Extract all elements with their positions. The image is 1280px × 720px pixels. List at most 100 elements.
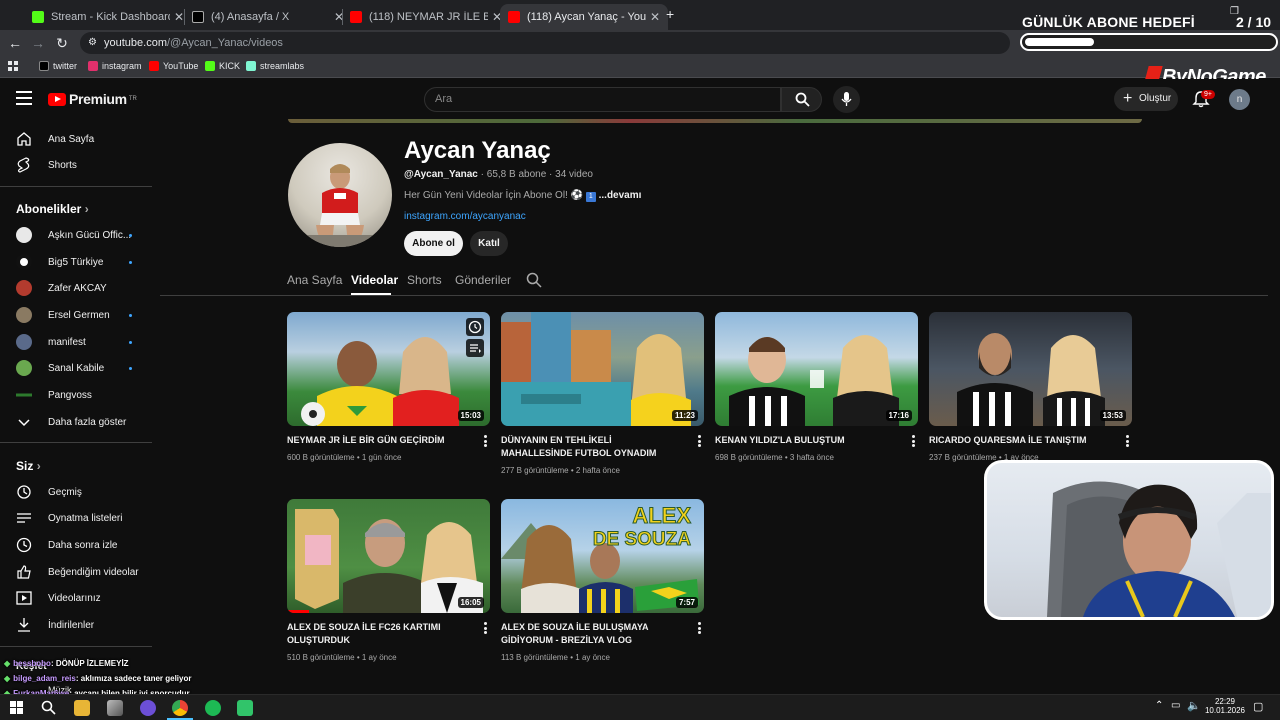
sidebar-subscription[interactable]: Ersel Germen bbox=[0, 302, 152, 328]
x-logo-icon bbox=[39, 61, 49, 71]
network-icon[interactable]: ▭ bbox=[1171, 700, 1180, 711]
browser-tab[interactable]: Stream - Kick Dashboard ✕ bbox=[24, 4, 192, 30]
channel-search-icon[interactable] bbox=[526, 272, 542, 288]
tab-shorts[interactable]: Shorts bbox=[407, 273, 442, 287]
subscribe-button[interactable]: Abone ol bbox=[404, 231, 463, 256]
taskbar-clock[interactable]: 22:29 10.01.2026 bbox=[1204, 697, 1246, 715]
streamlabs-logo-icon bbox=[246, 61, 256, 71]
hamburger-menu-icon[interactable] bbox=[16, 91, 32, 105]
video-title[interactable]: RICARDO QUARESMA İLE TANIŞTIM bbox=[929, 434, 1113, 447]
bookmark-streamlabs[interactable]: streamlabs bbox=[246, 61, 304, 71]
browser-tab[interactable]: (118) NEYMAR JR İLE BİR GÜ ✕ bbox=[342, 4, 510, 30]
playlists-icon bbox=[17, 513, 31, 523]
description-more-link[interactable]: ...devamı bbox=[599, 190, 642, 201]
video-card[interactable]: ALEX DE SOUZA 7:57 ALEX DE SOUZA İLE BUL… bbox=[501, 499, 704, 662]
sidebar-item-liked[interactable]: Beğendiğim videolar bbox=[0, 559, 152, 585]
app-icon[interactable] bbox=[140, 700, 156, 716]
sidebar-item-downloads[interactable]: İndirilenler bbox=[0, 612, 152, 638]
tray-chevron-icon[interactable]: ⌃ bbox=[1155, 700, 1163, 711]
join-button[interactable]: Katıl bbox=[470, 231, 508, 256]
channel-avatar bbox=[16, 387, 32, 403]
bookmark-instagram[interactable]: instagram bbox=[88, 61, 142, 71]
back-icon[interactable]: ← bbox=[5, 33, 25, 53]
create-button[interactable]: + Oluştur bbox=[1114, 87, 1178, 111]
clock-time: 22:29 bbox=[1214, 697, 1236, 706]
video-title[interactable]: DÜNYANIN EN TEHLİKELİ MAHALLESİNDE FUTBO… bbox=[501, 434, 685, 460]
chrome-icon[interactable] bbox=[172, 700, 188, 716]
forward-icon[interactable]: → bbox=[28, 33, 48, 53]
apps-grid-icon[interactable] bbox=[8, 61, 19, 72]
windows-start-icon[interactable] bbox=[10, 701, 23, 714]
search-input[interactable]: Ara bbox=[424, 87, 781, 112]
video-title[interactable]: NEYMAR JR İLE BİR GÜN GEÇİRDİM bbox=[287, 434, 471, 447]
watch-later-overlay-icon[interactable] bbox=[466, 318, 484, 336]
sidebar-subscription[interactable]: Big5 Türkiye bbox=[0, 249, 152, 275]
video-more-options-icon[interactable] bbox=[484, 435, 488, 447]
video-card[interactable]: 15:03 NEYMAR JR İLE BİR GÜN GEÇİRDİM 600… bbox=[287, 312, 490, 462]
video-more-options-icon[interactable] bbox=[912, 435, 916, 447]
bookmark-kick[interactable]: KICK bbox=[205, 61, 240, 71]
video-thumbnail[interactable]: 11:23 bbox=[501, 312, 704, 426]
streamlabs-icon[interactable] bbox=[237, 700, 253, 716]
video-card[interactable]: 11:23 DÜNYANIN EN TEHLİKELİ MAHALLESİNDE… bbox=[501, 312, 704, 475]
app-icon[interactable] bbox=[107, 700, 123, 716]
voice-search-button[interactable] bbox=[833, 86, 860, 113]
bookmark-twitter[interactable]: twitter bbox=[39, 61, 77, 71]
video-title[interactable]: KENAN YILDIZ'LA BULUŞTUM bbox=[715, 434, 899, 447]
video-more-options-icon[interactable] bbox=[698, 435, 702, 447]
sidebar-item-watch-later[interactable]: Daha sonra izle bbox=[0, 532, 152, 558]
video-thumbnail[interactable]: 15:03 bbox=[287, 312, 490, 426]
site-info-icon[interactable]: ⚙ bbox=[88, 32, 97, 54]
browser-tab[interactable]: (4) Anasayfa / X ✕ bbox=[184, 4, 352, 30]
youtube-favicon-icon bbox=[508, 11, 520, 23]
sidebar-subscription[interactable]: Aşkın Gücü Offic... bbox=[0, 222, 152, 248]
video-card[interactable]: 16:05 ALEX DE SOUZA İLE FC26 KARTIMI OLU… bbox=[287, 499, 490, 662]
sidebar-item-home[interactable]: Ana Sayfa bbox=[0, 126, 152, 152]
file-explorer-icon[interactable] bbox=[74, 700, 90, 716]
video-thumbnail[interactable]: 13:53 bbox=[929, 312, 1132, 426]
subscriptions-header[interactable]: Abonelikler › bbox=[16, 202, 89, 216]
sidebar-show-more[interactable]: Daha fazla göster bbox=[0, 409, 152, 435]
account-avatar[interactable]: n bbox=[1229, 89, 1250, 110]
browser-tab-active[interactable]: (118) Aycan Yanaç - YouTube ✕ bbox=[500, 4, 668, 30]
video-card[interactable]: 13:53 RICARDO QUARESMA İLE TANIŞTIM 237 … bbox=[929, 312, 1132, 462]
new-content-dot bbox=[129, 366, 132, 370]
search-button[interactable] bbox=[781, 87, 822, 112]
tab-home[interactable]: Ana Sayfa bbox=[287, 273, 342, 287]
youtube-premium-logo[interactable]: Premium TR bbox=[48, 91, 137, 107]
new-tab-icon[interactable]: + bbox=[666, 6, 674, 22]
video-views: 510 B görüntüleme bbox=[287, 653, 355, 662]
video-title[interactable]: ALEX DE SOUZA İLE FC26 KARTIMI OLUŞTURDU… bbox=[287, 621, 471, 647]
address-bar[interactable]: ⚙ youtube.com/@Aycan_Yanac/videos bbox=[80, 32, 1010, 54]
notification-center-icon[interactable]: ▢ bbox=[1253, 700, 1263, 713]
spotify-icon[interactable] bbox=[205, 700, 221, 716]
video-card[interactable]: 17:16 KENAN YILDIZ'LA BULUŞTUM 698 B gör… bbox=[715, 312, 918, 462]
video-more-options-icon[interactable] bbox=[484, 622, 488, 634]
bookmark-youtube[interactable]: YouTube bbox=[149, 61, 198, 71]
taskbar-search-icon[interactable] bbox=[41, 700, 56, 715]
video-thumbnail[interactable]: 17:16 bbox=[715, 312, 918, 426]
you-header[interactable]: Siz › bbox=[16, 459, 41, 473]
video-more-options-icon[interactable] bbox=[698, 622, 702, 634]
channel-description[interactable]: Her Gün Yeni Videolar İçin Abone Ol! ⚽ 1… bbox=[404, 190, 641, 202]
video-thumbnail[interactable]: 16:05 bbox=[287, 499, 490, 613]
reload-icon[interactable]: ↻ bbox=[52, 33, 72, 53]
sidebar-subscription[interactable]: Sanal Kabile bbox=[0, 355, 152, 381]
sidebar-subscription[interactable]: Zafer AKCAY bbox=[0, 275, 152, 301]
add-to-queue-overlay-icon[interactable] bbox=[466, 339, 484, 357]
sidebar-subscription[interactable]: Pangvoss bbox=[0, 382, 152, 408]
sidebar-subscription[interactable]: manifest bbox=[0, 329, 152, 355]
volume-icon[interactable]: 🔈 bbox=[1187, 699, 1201, 712]
channel-external-link[interactable]: instagram.com/aycanyanac bbox=[404, 211, 526, 222]
sidebar-item-shorts[interactable]: Shorts bbox=[0, 152, 152, 178]
sidebar-item-history[interactable]: Geçmiş bbox=[0, 479, 152, 505]
tab-close-icon[interactable]: ✕ bbox=[650, 10, 660, 24]
video-thumbnail[interactable]: ALEX DE SOUZA 7:57 bbox=[501, 499, 704, 613]
sidebar-item-playlists[interactable]: Oynatma listeleri bbox=[0, 505, 152, 531]
tab-posts[interactable]: Gönderiler bbox=[455, 273, 511, 287]
video-title[interactable]: ALEX DE SOUZA İLE BULUŞMAYA GİDİYORUM - … bbox=[501, 621, 685, 647]
sidebar-item-your-videos[interactable]: Videolarınız bbox=[0, 585, 152, 611]
tab-videos[interactable]: Videolar bbox=[351, 273, 398, 287]
video-more-options-icon[interactable] bbox=[1126, 435, 1130, 447]
tab-close-icon[interactable]: ✕ bbox=[174, 10, 184, 24]
